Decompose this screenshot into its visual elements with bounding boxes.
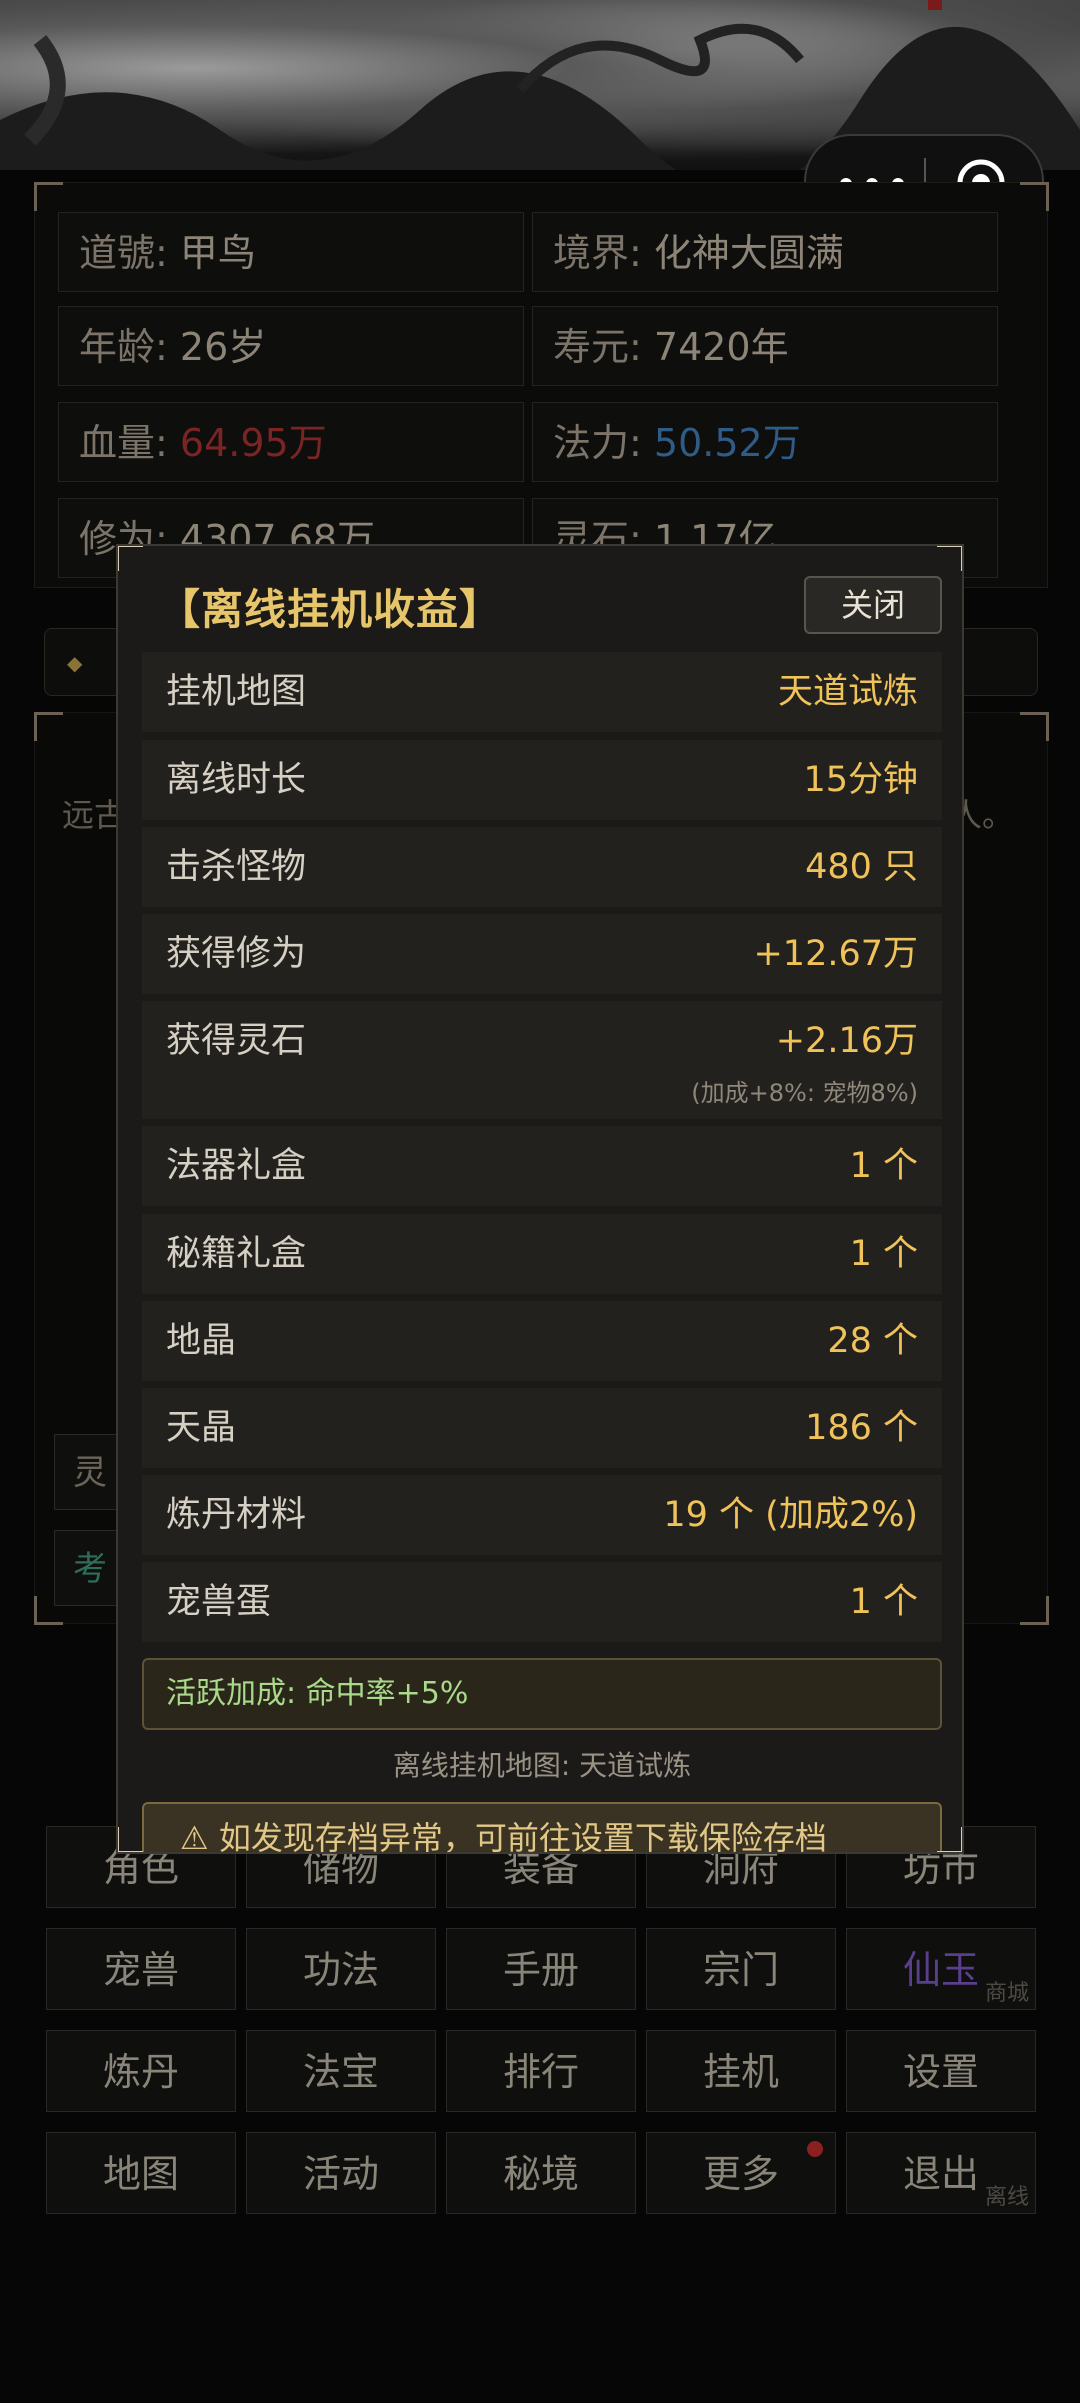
reward-row-artifact-box: 法器礼盒 1 个 (142, 1126, 942, 1206)
row-label: 击杀怪物 (166, 847, 307, 887)
row-value: 480 只 (805, 847, 918, 887)
bonus-note: (加成+8%: 宠物8%) (691, 1079, 918, 1107)
reward-row-kills: 击杀怪物 480 只 (142, 827, 942, 907)
active-bonus-box: 活跃加成: 命中率+5% (142, 1658, 942, 1730)
reward-row-earth-crystal: 地晶 28 个 (142, 1301, 942, 1381)
row-value: 15分钟 (803, 760, 918, 800)
row-label: 离线时长 (166, 760, 307, 800)
modal-title: 【离线挂机收益】 (158, 585, 503, 634)
reward-row-map: 挂机地图 天道试炼 (142, 652, 942, 732)
row-label: 获得灵石 (166, 1021, 307, 1061)
modal-corner (118, 1827, 143, 1852)
row-value: +12.67万 (753, 934, 918, 974)
reward-row-alchemy-material: 炼丹材料 19 个 (加成2%) (142, 1475, 942, 1555)
row-value: +2.16万 (775, 1021, 918, 1061)
close-button[interactable]: 关闭 (804, 576, 942, 634)
modal-corner (937, 1827, 962, 1852)
row-label: 宠兽蛋 (166, 1582, 272, 1622)
reward-row-pet-egg: 宠兽蛋 1 个 (142, 1562, 942, 1642)
offline-earnings-modal: 【离线挂机收益】 关闭 挂机地图 天道试炼 离线时长 15分钟 击杀怪物 480… (116, 544, 964, 1854)
row-label: 秘籍礼盒 (166, 1234, 307, 1274)
row-value: 1 个 (849, 1146, 918, 1186)
reward-row-spirit-stone: 获得灵石 +2.16万 (加成+8%: 宠物8%) (142, 1001, 942, 1119)
row-value: 186 个 (805, 1408, 918, 1448)
row-label: 天晶 (166, 1408, 237, 1448)
row-label: 挂机地图 (166, 672, 307, 712)
reward-row-cultivation: 获得修为 +12.67万 (142, 914, 942, 994)
save-warning-banner[interactable]: ⚠ 如发现存档异常，可前往设置下载保险存档 (142, 1802, 942, 1852)
row-label: 获得修为 (166, 934, 307, 974)
reward-row-manual-box: 秘籍礼盒 1 个 (142, 1214, 942, 1294)
row-value: 19 个 (加成2%) (663, 1495, 918, 1535)
reward-row-duration: 离线时长 15分钟 (142, 740, 942, 820)
row-value: 1 个 (849, 1234, 918, 1274)
modal-corner (118, 546, 143, 571)
offline-map-note: 离线挂机地图: 天道试炼 (392, 1749, 692, 1782)
row-value: 1 个 (849, 1582, 918, 1622)
modal-corner (937, 546, 962, 571)
row-label: 炼丹材料 (166, 1495, 307, 1535)
row-label: 地晶 (166, 1321, 237, 1361)
row-label: 法器礼盒 (166, 1146, 307, 1186)
reward-row-heaven-crystal: 天晶 186 个 (142, 1388, 942, 1468)
row-value: 28 个 (827, 1321, 918, 1361)
row-value: 天道试炼 (777, 672, 918, 712)
